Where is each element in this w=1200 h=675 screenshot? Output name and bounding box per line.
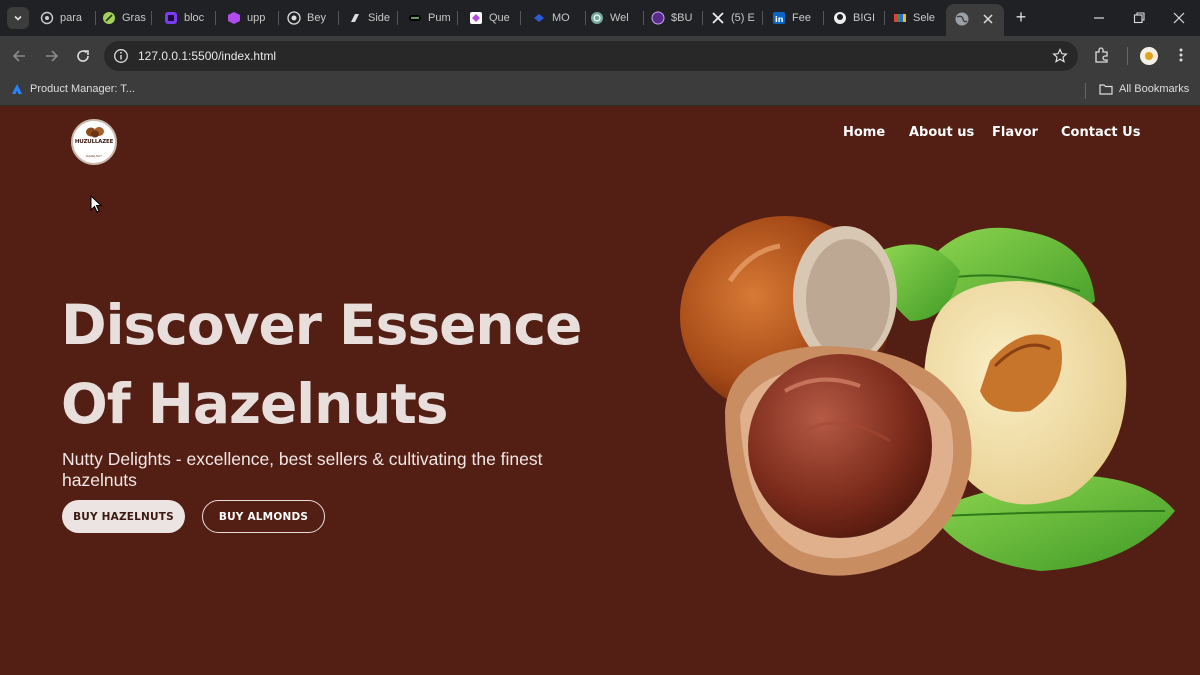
tab-12[interactable]: (5) E bbox=[711, 5, 763, 31]
minimize-icon[interactable] bbox=[1089, 8, 1109, 28]
mouse-cursor-icon bbox=[90, 195, 103, 213]
buy-almonds-button[interactable]: BUY ALMONDS bbox=[202, 500, 325, 533]
new-tab-button[interactable]: + bbox=[1012, 8, 1030, 27]
logo-subtext: HAZELNUT bbox=[86, 154, 102, 158]
nav-flavor[interactable]: Flavor bbox=[992, 125, 1038, 140]
cube-icon bbox=[227, 11, 241, 25]
tab-label: Que bbox=[489, 12, 510, 24]
tab-label: Wel bbox=[610, 12, 629, 24]
close-tab-icon[interactable] bbox=[982, 13, 994, 25]
tab-14[interactable]: BIGI bbox=[833, 5, 885, 31]
zoho-icon bbox=[893, 11, 907, 25]
hazelnuts-image bbox=[680, 216, 1175, 576]
nav-contact-us[interactable]: Contact Us bbox=[1061, 125, 1140, 140]
tab-13[interactable]: in Fee bbox=[772, 5, 824, 31]
bookmarks-divider bbox=[1085, 83, 1086, 99]
tab-label: (5) E bbox=[731, 12, 755, 24]
tab-4[interactable]: upp bbox=[227, 5, 279, 31]
logo-text: HUZULLAZEE bbox=[74, 139, 114, 145]
atlassian-icon bbox=[10, 82, 24, 96]
linkedin-icon: in bbox=[772, 11, 786, 25]
sideshift-icon bbox=[348, 11, 362, 25]
tab-label: BIGI bbox=[853, 12, 876, 24]
nav-about-us[interactable]: About us bbox=[909, 125, 974, 140]
hero-title-line-2: Of Hazelnuts bbox=[61, 372, 448, 436]
globe-icon bbox=[955, 12, 969, 26]
more-menu-icon[interactable] bbox=[1174, 46, 1188, 64]
token-icon bbox=[651, 11, 665, 25]
mo-icon bbox=[532, 11, 546, 25]
profile-icon bbox=[1145, 52, 1153, 60]
nav-home[interactable]: Home bbox=[843, 125, 885, 140]
tab-label: Gras bbox=[122, 12, 146, 24]
tab-11[interactable]: $BU bbox=[651, 5, 703, 31]
all-bookmarks-label: All Bookmarks bbox=[1119, 83, 1190, 95]
tab-label: Side bbox=[368, 12, 391, 24]
beyond-icon bbox=[287, 11, 301, 25]
tab-label: Bey bbox=[307, 12, 326, 24]
tab-label: para bbox=[60, 12, 83, 24]
tab-label: bloc bbox=[184, 12, 205, 24]
svg-text:in: in bbox=[775, 15, 784, 24]
tab-9[interactable]: MO bbox=[532, 5, 586, 31]
restore-icon[interactable] bbox=[1129, 8, 1149, 28]
tab-6[interactable]: Side bbox=[348, 5, 398, 31]
url-text[interactable]: 127.0.0.1:5500/index.html bbox=[138, 49, 276, 63]
block-icon bbox=[164, 11, 178, 25]
openai-icon bbox=[40, 11, 54, 25]
github-icon bbox=[833, 11, 847, 25]
tab-3[interactable]: bloc bbox=[164, 5, 216, 31]
browser-toolbar: 127.0.0.1:5500/index.html bbox=[0, 36, 1200, 76]
reload-icon[interactable] bbox=[73, 46, 93, 66]
hero-subtitle: Nutty Delights - excellence, best seller… bbox=[62, 449, 543, 490]
grass-icon bbox=[102, 11, 116, 25]
tab-label: $BU bbox=[671, 12, 693, 24]
toolbar-divider bbox=[1127, 47, 1128, 65]
address-bar[interactable]: 127.0.0.1:5500/index.html bbox=[104, 41, 1078, 71]
bookmarks-bar: Product Manager: T... All Bookmarks bbox=[0, 76, 1200, 106]
all-bookmarks-button[interactable]: All Bookmarks bbox=[1099, 82, 1189, 96]
site-logo[interactable]: HUZULLAZEE HAZELNUT bbox=[71, 119, 117, 165]
tab-active[interactable] bbox=[946, 4, 1004, 36]
extensions-icon[interactable] bbox=[1093, 46, 1111, 64]
website-viewport: HUZULLAZEE HAZELNUT Home About us Flavor… bbox=[0, 106, 1200, 675]
buy-hazelnuts-button[interactable]: BUY HAZELNUTS bbox=[62, 500, 185, 533]
tab-8[interactable]: Que bbox=[469, 5, 521, 31]
tab-15[interactable]: Sele bbox=[893, 5, 943, 31]
tab-7[interactable]: Pum bbox=[408, 5, 458, 31]
tab-5[interactable]: Bey bbox=[287, 5, 339, 31]
bookmark-label: Product Manager: T... bbox=[30, 83, 135, 95]
hero-title-line-1: Discover Essence bbox=[61, 293, 582, 357]
tab-search-button[interactable] bbox=[7, 7, 29, 29]
tab-label: Sele bbox=[913, 12, 936, 24]
tab-strip: para Gras bloc upp Bey Side Pum Que MO W… bbox=[0, 0, 1200, 36]
x-icon bbox=[711, 11, 725, 25]
hero-title: Discover Essence Of Hazelnuts bbox=[61, 286, 621, 444]
tab-2[interactable]: Gras bbox=[102, 5, 152, 31]
site-info-icon[interactable] bbox=[113, 48, 129, 64]
forward-icon[interactable] bbox=[41, 46, 61, 66]
close-window-icon[interactable] bbox=[1169, 8, 1189, 28]
chevron-down-icon bbox=[14, 15, 22, 21]
folder-icon bbox=[1099, 82, 1113, 96]
tab-label: upp bbox=[247, 12, 266, 24]
tab-label: Fee bbox=[792, 12, 811, 24]
tab-1[interactable]: para bbox=[40, 5, 96, 31]
tab-10[interactable]: Wel bbox=[590, 5, 644, 31]
quest-icon bbox=[469, 11, 483, 25]
chatgpt-icon bbox=[590, 11, 604, 25]
pump-icon bbox=[408, 11, 422, 25]
profile-avatar[interactable] bbox=[1140, 47, 1158, 65]
bookmark-star-icon[interactable] bbox=[1052, 48, 1068, 64]
back-icon[interactable] bbox=[10, 46, 30, 66]
bookmark-item[interactable]: Product Manager: T... bbox=[10, 82, 135, 96]
tab-label: Pum bbox=[428, 12, 451, 24]
tab-label: MO bbox=[552, 12, 570, 24]
